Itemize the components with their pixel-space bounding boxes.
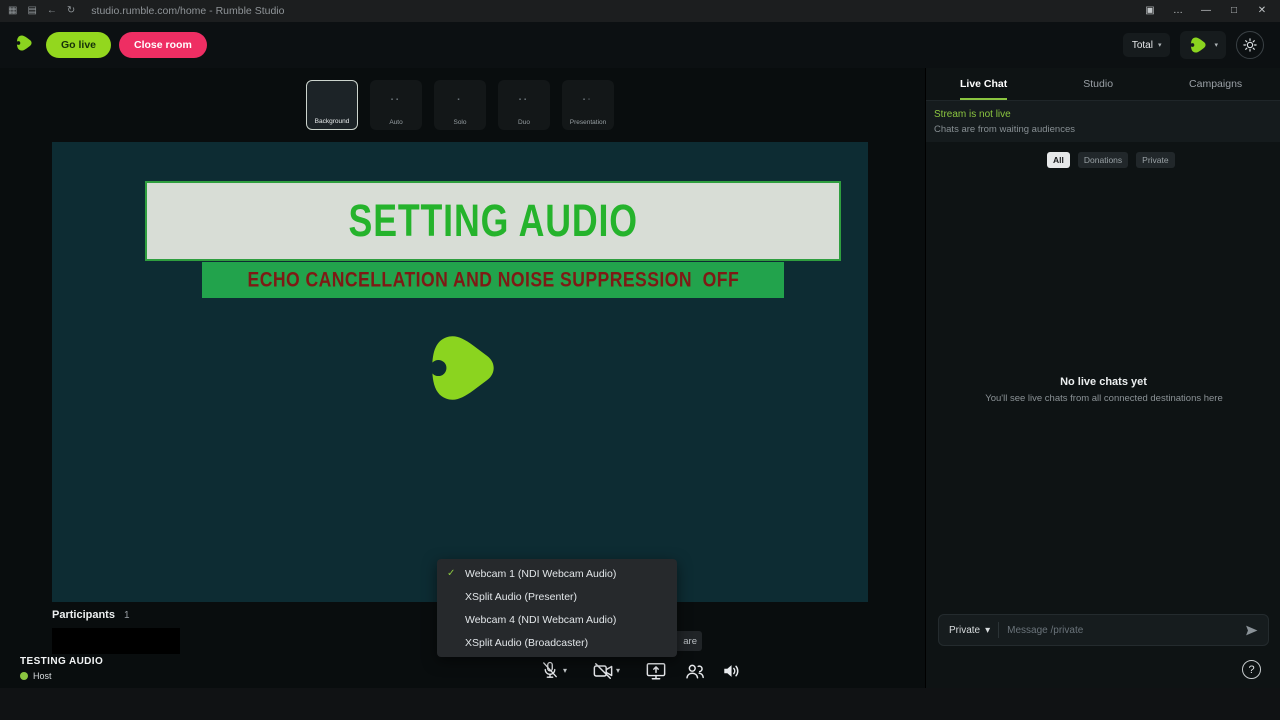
- sidebar-tabs: Live Chat Studio Campaigns: [926, 68, 1280, 101]
- speaker-button[interactable]: [721, 661, 743, 684]
- total-label: Total: [1131, 39, 1153, 51]
- tabs-icon[interactable]: ▤: [27, 0, 36, 22]
- browser-title: studio.rumble.com/home - Rumble Studio: [91, 5, 285, 17]
- participants-label: Participants: [52, 609, 115, 621]
- tab-studio[interactable]: Studio: [1083, 68, 1113, 100]
- audience-label: Private: [949, 624, 981, 636]
- header-right-cluster: Total ▾ ▾: [1122, 31, 1264, 59]
- stage-canvas: SETTING AUDIO ECHO CANCELLATION AND NOIS…: [52, 142, 868, 602]
- windows-taskbar: ✦ PS▦◉X◆▣◎▶◈LZ○▤▥▧TA◐●NDI▦ ^✎◄↯▭ 10:10 P…: [0, 688, 1280, 720]
- settings-button[interactable]: [1236, 31, 1264, 59]
- layout-thumb: ▪▫: [582, 96, 594, 103]
- audio-menu-item[interactable]: ✓ Webcam 1 (NDI Webcam Audio): [437, 562, 677, 585]
- participant-tile[interactable]: [52, 628, 180, 654]
- stream-status-subtitle: Chats are from waiting audiences: [934, 124, 1075, 135]
- rumble-logo-icon: [14, 33, 34, 58]
- caret-down-icon: ▾: [1157, 42, 1162, 49]
- stream-status-title: Stream is not live: [934, 109, 1011, 120]
- back-icon[interactable]: ←: [47, 0, 57, 22]
- send-icon: [1246, 625, 1258, 635]
- filter-all[interactable]: All: [1047, 152, 1070, 168]
- close-window-icon[interactable]: ✕: [1248, 0, 1276, 22]
- filter-donations[interactable]: Donations: [1077, 152, 1129, 168]
- participants-count: 1: [123, 610, 130, 621]
- browser-titlebar: ▦ ▤ ← ↻ studio.rumble.com/home - Rumble Stu…: [0, 0, 1280, 22]
- stage-title-banner: SETTING AUDIO: [145, 181, 841, 261]
- role-label: Host: [33, 671, 52, 681]
- mic-options-chevron[interactable]: ▾: [563, 666, 567, 675]
- send-message-button[interactable]: [1245, 624, 1258, 637]
- go-live-button[interactable]: Go live: [46, 32, 112, 58]
- audience-selector[interactable]: Private ▾: [949, 625, 990, 636]
- stream-status-panel: Stream is not live Chats are from waitin…: [926, 101, 1280, 142]
- chat-message-input[interactable]: [1007, 624, 1237, 636]
- screen: ▦ ▤ ← ↻ studio.rumble.com/home - Rumble Stu…: [0, 0, 1280, 720]
- close-room-button[interactable]: Close room: [119, 32, 207, 58]
- layout-background[interactable]: Background: [306, 80, 358, 130]
- participants-header: Participants 1: [52, 609, 130, 621]
- caret-down-icon: ▾: [1214, 42, 1218, 49]
- browser-nav-icons: ▦ ▤ ← ↻: [8, 0, 75, 22]
- screen-share-button[interactable]: [645, 661, 667, 684]
- minimize-icon[interactable]: —: [1192, 0, 1220, 22]
- audio-menu-item[interactable]: XSplit Audio (Presenter): [437, 585, 677, 608]
- screen-share-icon: [646, 663, 666, 680]
- participant-role: Host: [20, 671, 52, 681]
- layout-selector: Background ▪▪ Auto ▪ Solo ▪▪ Duo ▪▫ Pres…: [306, 80, 614, 130]
- camera-muted-icon: [593, 663, 613, 679]
- audio-source-menu: ✓ Webcam 1 (NDI Webcam Audio) XSplit Aud…: [437, 559, 677, 657]
- more-menu-icon[interactable]: …: [1164, 0, 1192, 22]
- grid-icon[interactable]: ▦: [8, 0, 17, 22]
- host-status-icon: [20, 672, 28, 680]
- studio-header: Go live Close room Total ▾ ▾: [0, 22, 1280, 68]
- rumble-destination-icon: [1190, 37, 1207, 53]
- participants-button[interactable]: [684, 661, 706, 684]
- composer-divider: [998, 622, 1000, 638]
- stage-title: SETTING AUDIO: [348, 195, 638, 246]
- chat-sidebar: Live Chat Studio Campaigns Stream is not…: [925, 68, 1280, 688]
- stage-subtitle-banner: ECHO CANCELLATION AND NOISE SUPPRESSION …: [202, 262, 784, 298]
- layout-solo[interactable]: ▪ Solo: [434, 80, 486, 130]
- layout-duo[interactable]: ▪▪ Duo: [498, 80, 550, 130]
- speaker-icon: [724, 665, 739, 677]
- mic-muted-icon: [543, 661, 557, 678]
- window-controls: ▣… — □ ✕: [1136, 0, 1276, 22]
- help-button[interactable]: ?: [1242, 660, 1261, 679]
- refresh-icon[interactable]: ↻: [67, 0, 75, 22]
- layout-thumb: ▪▪: [518, 96, 530, 103]
- tab-campaigns[interactable]: Campaigns: [1189, 68, 1242, 100]
- maximize-icon[interactable]: □: [1220, 0, 1248, 22]
- layout-thumb: ▪: [457, 96, 463, 103]
- layout-presentation[interactable]: ▪▫ Presentation: [562, 80, 614, 130]
- total-dropdown[interactable]: Total ▾: [1122, 33, 1171, 57]
- audio-menu-item[interactable]: Webcam 4 (NDI Webcam Audio): [437, 608, 677, 631]
- camera-options-chevron[interactable]: ▾: [616, 666, 620, 675]
- chat-filters: All Donations Private: [1047, 152, 1175, 168]
- check-icon: ✓: [447, 568, 456, 579]
- layout-thumb: ▪▪: [390, 96, 402, 103]
- mic-muted-button[interactable]: [540, 660, 560, 683]
- chat-empty-title: No live chats yet: [1060, 376, 1147, 388]
- stage-subtitle: ECHO CANCELLATION AND NOISE SUPPRESSION …: [247, 267, 739, 292]
- layout-thumb: [307, 81, 357, 118]
- chat-empty-subtitle: You'll see live chats from all connected…: [985, 393, 1223, 404]
- participant-name: TESTING AUDIO: [20, 656, 104, 667]
- gear-icon: [1243, 38, 1257, 52]
- layout-auto[interactable]: ▪▪ Auto: [370, 80, 422, 130]
- caret-down-icon: ▾: [985, 624, 991, 636]
- filter-private[interactable]: Private: [1136, 152, 1175, 168]
- rumble-watermark-icon: [420, 324, 504, 417]
- camera-muted-button[interactable]: [592, 661, 614, 684]
- people-icon: [686, 664, 704, 679]
- chat-composer: Private ▾: [938, 614, 1269, 646]
- pip-icon[interactable]: ▣: [1136, 0, 1164, 22]
- audio-menu-item[interactable]: XSplit Audio (Broadcaster): [437, 631, 677, 654]
- tab-live-chat[interactable]: Live Chat: [960, 68, 1008, 100]
- stream-destination-button[interactable]: ▾: [1180, 31, 1226, 59]
- studio-workspace: Background ▪▪ Auto ▪ Solo ▪▪ Duo ▪▫ Pres…: [0, 68, 925, 688]
